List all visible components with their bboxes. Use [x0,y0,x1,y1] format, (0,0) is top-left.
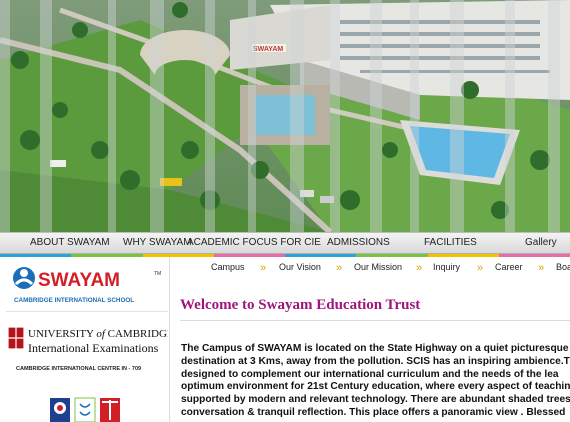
stripe-segment [427,254,499,257]
paragraph-line: optimum environment for 21st Century edu… [181,381,570,393]
swayam-logo-tagline: CAMBRIDGE INTERNATIONAL SCHOOL [14,297,134,304]
swayam-logo-tm: TM [154,271,161,277]
chevron-right-icon: » [416,262,423,274]
subnav-board[interactable]: Boa [556,262,570,272]
campus-illustration: SWAYAM [0,0,570,232]
swayam-logo[interactable]: SWAYAM TM CAMBRIDGE INTERNATIONAL SCHOOL [6,262,168,312]
main-nav: ABOUT SWAYAM WHY SWAYAM ACADEMIC FOCUS F… [0,232,570,254]
sub-nav: Campus » Our Vision » Our Mission » Inqu… [172,260,570,278]
paragraph-line: designed to complement our international… [181,368,559,380]
partner-crests [50,396,122,422]
chevron-right-icon: » [477,262,484,274]
stripe-segment [285,254,357,257]
paragraph-line: destination at 3 Kms, away from the poll… [181,355,570,367]
subnav-campus[interactable]: Campus [211,262,245,272]
nav-gallery[interactable]: Gallery [525,233,557,253]
cambridge-exams: International Examinations [28,341,159,355]
subnav-career[interactable]: Career [495,262,523,272]
nav-academic-focus[interactable]: ACADEMIC FOCUS FOR CIE [187,233,321,253]
building-sign: SWAYAM [253,46,283,53]
page-title: Welcome to Swayam Education Trust [180,297,421,313]
hero-campus-render: SWAYAM [0,0,570,232]
nav-admissions[interactable]: ADMISSIONS [327,233,390,253]
nav-why-swayam[interactable]: WHY SWAYAM [123,233,192,253]
chevron-right-icon: » [336,262,343,274]
subnav-inquiry[interactable]: Inquiry [433,262,460,272]
cambridge-logo[interactable]: UNIVERSITY of CAMBRIDGE International Ex… [6,323,174,375]
stripe-segment [498,254,570,257]
title-divider [180,320,570,321]
cambridge-centre: CAMBRIDGE INTERNATIONAL CENTRE IN - 709 [16,366,141,372]
paragraph-line: The Campus of SWAYAM is located on the S… [181,343,570,354]
intro-paragraph: The Campus of SWAYAM is located on the S… [181,343,570,422]
chevron-right-icon: » [260,262,267,274]
cambridge-word: CAMBRIDGE [108,328,168,340]
svg-text:UNIVERSITY of CAMBRIDGE: UNIVERSITY of CAMBRIDGE [28,328,168,340]
crest-leaf-icon [74,397,96,422]
subnav-our-mission[interactable]: Our Mission [354,262,402,272]
nav-about-swayam[interactable]: ABOUT SWAYAM [30,233,110,253]
subnav-our-vision[interactable]: Our Vision [279,262,321,272]
nav-facilities[interactable]: FACILITIES [424,233,477,253]
swayam-logo-name: SWAYAM [38,270,120,291]
stripe-segment [356,254,428,257]
stripe-segment [213,254,285,257]
cambridge-of: of [96,328,107,340]
cambridge-university: UNIVERSITY [28,328,94,340]
paragraph-line: conversation & tranquil reflection. This… [181,406,566,418]
chevron-right-icon: » [538,262,545,274]
paragraph-line: supported by modern and relevant technol… [181,394,570,406]
